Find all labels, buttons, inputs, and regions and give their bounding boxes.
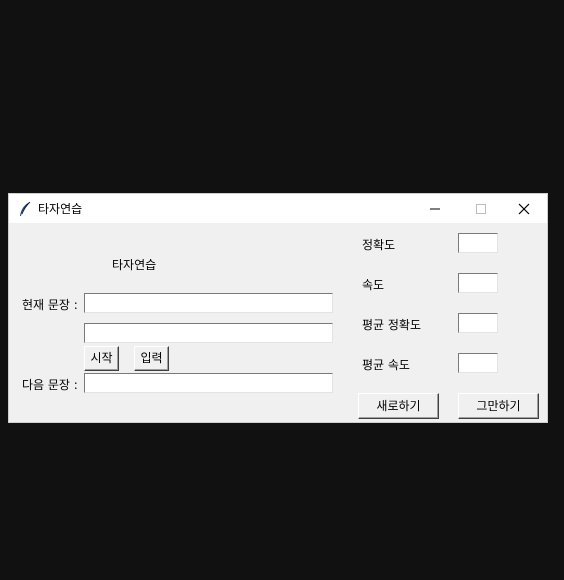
enter-button[interactable]: 입력 [134, 346, 169, 371]
accuracy-label: 정확도 [362, 238, 396, 252]
accuracy-field[interactable] [458, 233, 498, 253]
title-bar[interactable]: 타자연습 [9, 194, 547, 223]
average-accuracy-label: 평균 정확도 [362, 318, 422, 332]
app-heading: 타자연습 [112, 258, 157, 272]
current-sentence-field[interactable] [84, 293, 333, 313]
speed-label: 속도 [362, 278, 385, 292]
next-sentence-field[interactable] [84, 373, 333, 393]
start-button[interactable]: 시작 [84, 346, 119, 371]
average-speed-field[interactable] [458, 353, 498, 373]
average-speed-label: 평균 속도 [362, 358, 410, 372]
minimize-icon [430, 208, 440, 210]
close-button[interactable] [501, 194, 547, 223]
close-icon [518, 203, 530, 215]
maximize-icon [476, 204, 486, 214]
maximize-button[interactable] [458, 194, 504, 223]
window-title: 타자연습 [38, 202, 83, 216]
feather-icon [20, 201, 31, 216]
typing-input[interactable] [84, 323, 333, 343]
next-sentence-label: 다음 문장 : [22, 378, 78, 392]
average-accuracy-field[interactable] [458, 313, 498, 333]
app-window: 타자연습 타자연습 현재 문장 : 시작 입력 다음 문장 : 정확도 속도 평… [8, 193, 548, 423]
speed-field[interactable] [458, 273, 498, 293]
current-sentence-label: 현재 문장 : [22, 298, 78, 312]
quit-button[interactable]: 그만하기 [458, 393, 539, 419]
minimize-button[interactable] [412, 194, 458, 223]
restart-button[interactable]: 새로하기 [358, 393, 439, 419]
